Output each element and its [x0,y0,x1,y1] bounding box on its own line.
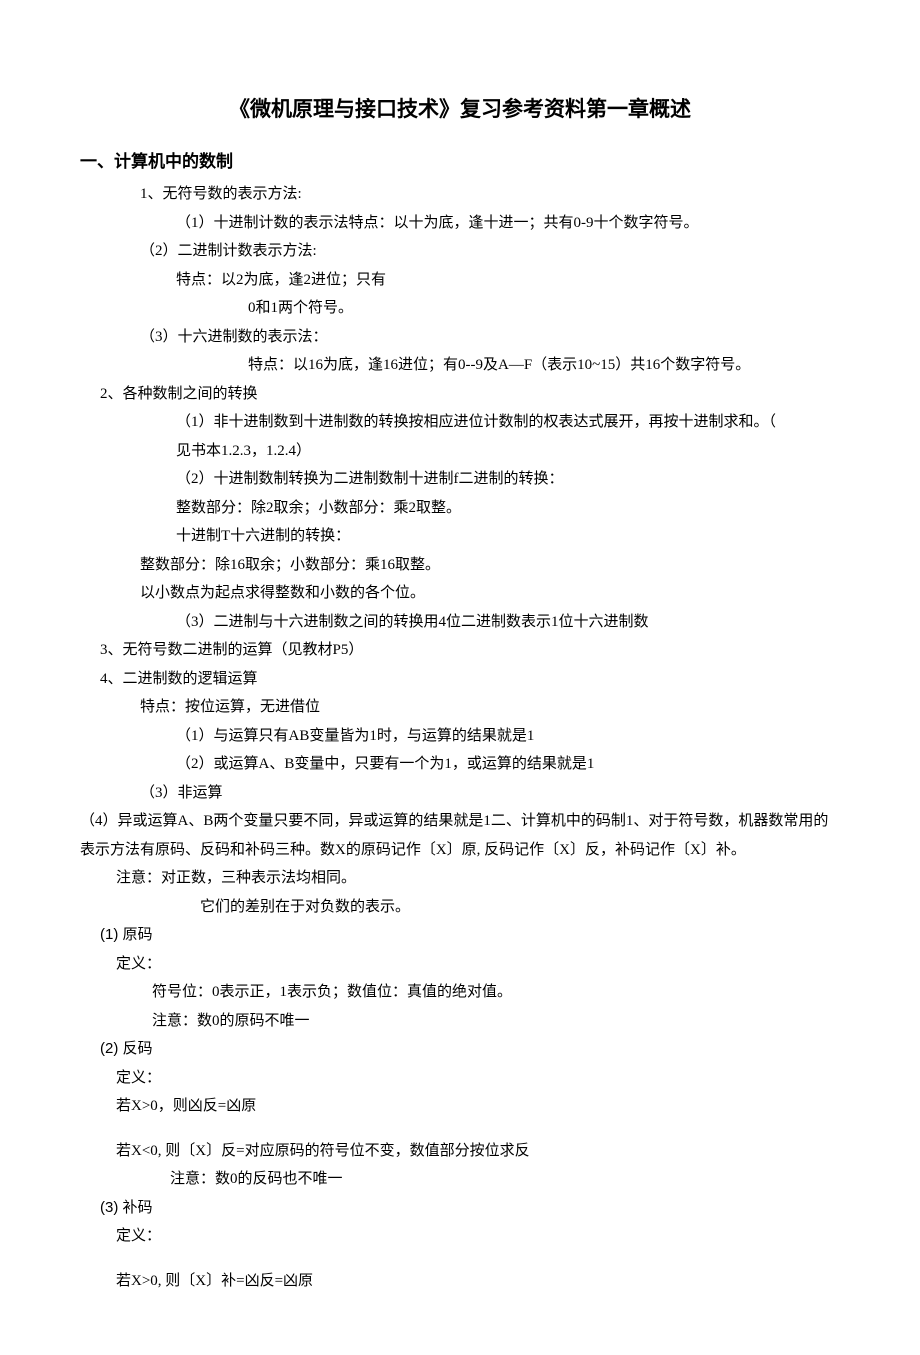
item-1-3: （3）十六进制数的表示法： [80,323,840,352]
item-4a: 特点：按位运算，无进借位 [80,693,840,722]
item-2-1b: 见书本1.2.3，1.2.4） [80,437,840,466]
item-2: 2、各种数制之间的转换 [80,380,840,409]
p2-heading: (2) 反码 [80,1035,840,1064]
item-2-1a: （1）非十进制数到十进制数的转换按相应进位计数制的权表达式展开，再按十进制求和。… [80,408,840,437]
note-1a: 它们的差别在于对负数的表示。 [80,893,840,922]
item-4c: （2）或运算A、B变量中，只要有一个为1，或运算的结果就是1 [80,750,840,779]
item-2-2a: 整数部分：除2取余；小数部分：乘2取整。 [80,494,840,523]
section-1-heading: 一、计算机中的数制 [80,146,840,178]
item-4e: （4）异或运算A、B两个变量只要不同，异或运算的结果就是1二、计算机中的码制1、… [80,807,840,864]
item-2-2: （2）十进制数制转换为二进制数制十进制f二进制的转换： [80,465,840,494]
p1-heading: (1) 原码 [80,921,840,950]
p1-a: 符号位：0表示正，1表示负；数值位：真值的绝对值。 [80,978,840,1007]
item-4b: （1）与运算只有AB变量皆为1时，与运算的结果就是1 [80,722,840,751]
note-1: 注意：对正数，三种表示法均相同。 [80,864,840,893]
item-3: 3、无符号数二进制的运算（见教材P5） [80,636,840,665]
item-1: 1、无符号数的表示方法: [80,180,840,209]
p2-b: 若X<0, 则〔X〕反=对应原码的符号位不变，数值部分按位求反 [80,1137,840,1166]
p2-a: 若X>0，则凶反=凶原 [80,1092,840,1121]
p1-b: 注意：数0的原码不唯一 [80,1007,840,1036]
item-1-2b: 0和1两个符号。 [80,294,840,323]
item-2-3: （3）二进制与十六进制数之间的转换用4位二进制数表示1位十六进制数 [80,608,840,637]
item-1-3a: 特点：以16为底，逢16进位；有0--9及A—F（表示10~15）共16个数字符… [80,351,840,380]
item-4d: （3）非运算 [80,779,840,808]
p3-heading: (3) 补码 [80,1194,840,1223]
p1-def: 定义： [80,950,840,979]
p2-num: (2) 反码 [100,1040,153,1057]
p3-a: 若X>0, 则〔X〕补=凶反=凶原 [80,1267,840,1296]
item-2-2d: 以小数点为起点求得整数和小数的各个位。 [80,579,840,608]
p2-def: 定义： [80,1064,840,1093]
p3-def: 定义： [80,1222,840,1251]
item-1-1: （1）十进制计数的表示法特点：以十为底，逢十进一；共有0-9十个数字符号。 [80,209,840,238]
p1-num: (1) 原码 [100,926,153,943]
item-2-2b: 十进制T十六进制的转换： [80,522,840,551]
item-1-2a: 特点：以2为底，逢2进位；只有 [80,266,840,295]
p3-num: (3) 补码 [100,1199,153,1216]
p2-c: 注意：数0的反码也不唯一 [80,1165,840,1194]
page-title: 《微机原理与接口技术》复习参考资料第一章概述 [80,90,840,130]
item-4: 4、二进制数的逻辑运算 [80,665,840,694]
item-1-2: （2）二进制计数表示方法: [80,237,840,266]
item-2-2c: 整数部分：除16取余；小数部分：乘16取整。 [80,551,840,580]
